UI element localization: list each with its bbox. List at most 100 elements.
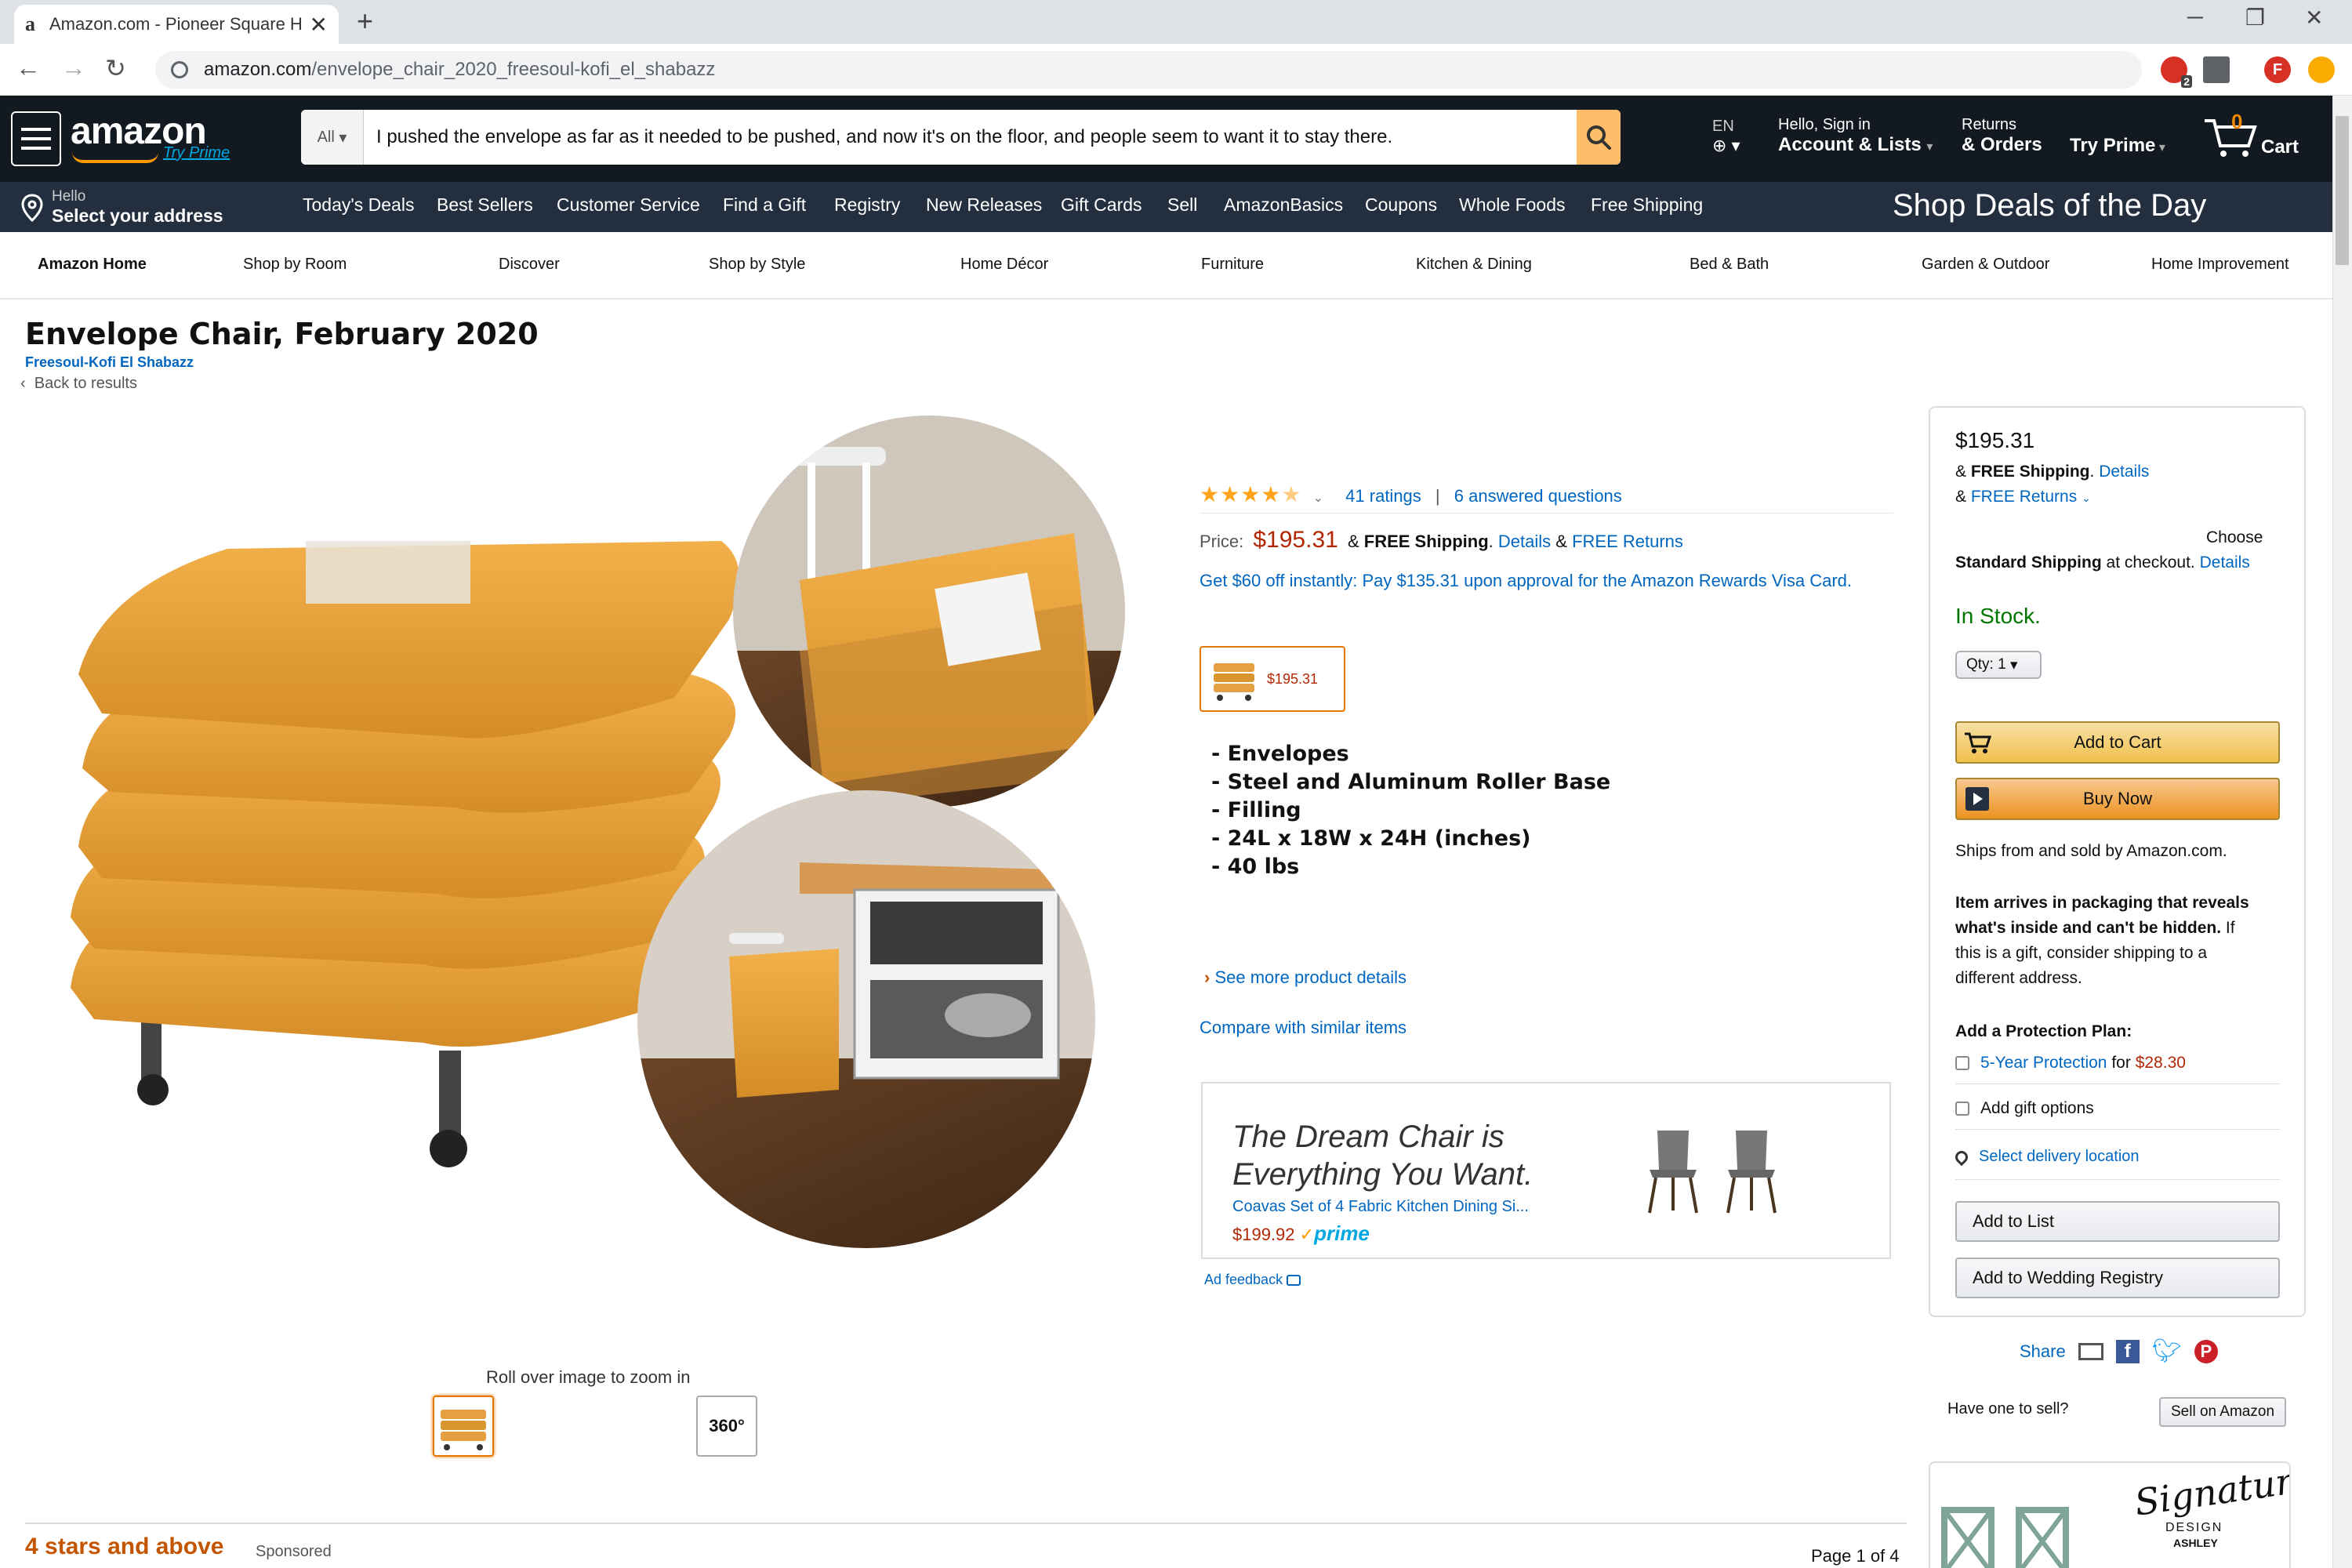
language-selector[interactable]: EN ⊕ ▾ — [1712, 118, 1740, 156]
nav-customer-service[interactable]: Customer Service — [557, 194, 700, 216]
gift-checkbox[interactable] — [1955, 1102, 1969, 1116]
cat-home-decor[interactable]: Home Décor — [960, 256, 1048, 274]
profile-avatar[interactable]: F — [2264, 56, 2291, 83]
shipping-details-link[interactable]: Details — [1498, 532, 1551, 551]
nav-best-sellers[interactable]: Best Sellers — [437, 194, 533, 216]
protection-checkbox[interactable] — [1955, 1056, 1969, 1071]
style-swatch[interactable]: $195.31 — [1200, 646, 1345, 712]
url-bar[interactable]: amazon.com/envelope_chair_2020_freesoul-… — [155, 51, 2142, 89]
answered-questions-link[interactable]: 6 answered questions — [1454, 486, 1622, 506]
shop-deals-banner[interactable]: Shop Deals of the Day — [1893, 188, 2206, 223]
add-to-wedding-registry-button[interactable]: Add to Wedding Registry — [1955, 1258, 2280, 1298]
brand-link[interactable]: Freesoul-Kofi El Shabazz — [25, 354, 194, 371]
close-window-icon[interactable]: ✕ — [2305, 5, 2323, 31]
compare-similar-link[interactable]: Compare with similar items — [1200, 1018, 1406, 1038]
search-button[interactable] — [1577, 110, 1621, 165]
search-department-select[interactable]: All ▾ — [301, 110, 364, 165]
add-to-cart-button[interactable]: Add to Cart — [1955, 721, 2280, 764]
restore-icon[interactable]: ❐ — [2245, 5, 2265, 31]
gift-options-option[interactable]: Add gift options — [1955, 1099, 2094, 1118]
twitter-icon[interactable]: 🐦︎ — [2152, 1338, 2182, 1365]
star-rating-icon[interactable]: ★★★★★ — [1200, 482, 1302, 506]
reading-list-icon[interactable] — [2203, 56, 2230, 83]
location-pin-icon — [1952, 1148, 1971, 1167]
nav-coupons[interactable]: Coupons — [1365, 194, 1437, 216]
chevron-down-icon[interactable]: ⌄ — [1313, 492, 1323, 505]
cart-count: 0 — [2231, 110, 2243, 133]
email-icon[interactable] — [2078, 1342, 2103, 1360]
quantity-select[interactable]: Qty: 1 ▾ — [1955, 651, 2042, 679]
thumbnail-image-1[interactable] — [433, 1396, 494, 1457]
cat-bed-bath[interactable]: Bed & Bath — [1690, 256, 1769, 274]
product-main-image[interactable] — [47, 416, 1145, 1254]
have-one-to-sell: Have one to sell? — [1947, 1400, 2069, 1417]
nav-amazonbasics[interactable]: AmazonBasics — [1224, 194, 1343, 216]
new-tab-icon[interactable]: + — [357, 5, 373, 38]
browser-tab[interactable]: a Amazon.com - Pioneer Square H ✕ — [14, 5, 339, 44]
facebook-icon[interactable]: f — [2115, 1339, 2140, 1363]
try-prime-menu[interactable]: Try Prime ▾ — [2070, 135, 2165, 157]
cat-home-improvement[interactable]: Home Improvement — [2151, 256, 2289, 274]
cat-shop-by-room[interactable]: Shop by Room — [243, 256, 347, 274]
update-icon[interactable] — [2308, 56, 2335, 83]
globe-icon: ⊕ ▾ — [1712, 136, 1740, 155]
extension-badge-icon[interactable]: 2 — [2161, 56, 2192, 88]
account-lists-menu[interactable]: Hello, Sign in Account & Lists ▾ — [1778, 116, 1933, 156]
play-icon — [1957, 779, 1998, 818]
cat-kitchen-dining[interactable]: Kitchen & Dining — [1416, 256, 1532, 274]
thumbnail-360-icon[interactable]: 360° — [696, 1396, 757, 1457]
forward-arrow-icon[interactable]: → — [61, 53, 86, 82]
share-row: Share f 🐦︎ P — [2020, 1338, 2218, 1365]
pinterest-icon[interactable]: P — [2194, 1339, 2218, 1363]
divider — [1200, 513, 1893, 514]
ad-product-link[interactable]: Coavas Set of 4 Fabric Kitchen Dining Si… — [1232, 1198, 1529, 1216]
cat-furniture[interactable]: Furniture — [1201, 256, 1264, 274]
cat-discover[interactable]: Discover — [499, 256, 560, 274]
nav-whole-foods[interactable]: Whole Foods — [1459, 194, 1566, 216]
checkout-details-link[interactable]: Details — [2200, 554, 2250, 572]
green-chairs-image — [1941, 1507, 2069, 1568]
cat-shop-by-style[interactable]: Shop by Style — [709, 256, 805, 274]
see-more-details-link[interactable]: › See more product details — [1204, 967, 1406, 988]
nav-registry[interactable]: Registry — [834, 194, 900, 216]
returns-orders-link[interactable]: Returns & Orders — [1962, 116, 2042, 156]
select-delivery-location-link[interactable]: Select delivery location — [1952, 1148, 2140, 1167]
ad-price-row: $199.92 ✓prime — [1232, 1221, 1370, 1245]
ad-feedback-link[interactable]: Ad feedback — [1204, 1272, 1301, 1288]
cart-button[interactable]: 0 Cart — [2203, 110, 2299, 158]
rewards-card-offer-link[interactable]: Get $60 off instantly: Pay $135.31 upon … — [1200, 571, 1852, 591]
ratings-link[interactable]: 41 ratings — [1345, 486, 1421, 506]
hamburger-menu-icon[interactable] — [11, 111, 61, 166]
cat-garden-outdoor[interactable]: Garden & Outdoor — [1922, 256, 2049, 274]
cat-amazon-home[interactable]: Amazon Home — [38, 256, 147, 274]
try-prime-logo-link[interactable]: Try Prime — [163, 144, 230, 162]
browser-tab-bar: a Amazon.com - Pioneer Square H ✕ + ─ ❐ … — [0, 0, 2352, 44]
scrollbar-thumb[interactable] — [2336, 116, 2349, 265]
free-returns-link[interactable]: FREE Returns — [1572, 532, 1683, 551]
buybox-details-link[interactable]: Details — [2099, 463, 2149, 481]
select-address-button[interactable]: Hello Select your address — [20, 188, 223, 227]
nav-new-releases[interactable]: New Releases — [926, 194, 1042, 216]
buy-now-button[interactable]: Buy Now — [1955, 778, 2280, 820]
add-to-list-button[interactable]: Add to List — [1955, 1201, 2280, 1242]
buybox-free-returns-link[interactable]: FREE Returns ⌄ — [1971, 488, 2091, 506]
page-scrollbar[interactable] — [2332, 96, 2352, 1568]
sponsored-ad[interactable]: The Dream Chair is Everything You Want. … — [1201, 1082, 1891, 1259]
feature-item: - Steel and Aluminum Roller Base — [1211, 770, 1611, 794]
nav-todays-deals[interactable]: Today's Deals — [303, 194, 414, 216]
nav-gift-cards[interactable]: Gift Cards — [1061, 194, 1142, 216]
nav-sell[interactable]: Sell — [1167, 194, 1197, 216]
nav-find-a-gift[interactable]: Find a Gift — [723, 194, 806, 216]
cart-icon: 0 — [2203, 110, 2258, 158]
protection-plan-option[interactable]: 5-Year Protection for $28.30 — [1955, 1054, 2186, 1073]
signature-design-ad[interactable]: Signature DESIGN ASHLEY — [1929, 1461, 2291, 1568]
sell-on-amazon-button[interactable]: Sell on Amazon — [2159, 1397, 2286, 1427]
site-info-icon[interactable] — [171, 61, 188, 78]
back-to-results-link[interactable]: ‹ Back to results — [20, 375, 137, 393]
reload-icon[interactable]: ↻ — [105, 53, 126, 83]
nav-free-shipping[interactable]: Free Shipping — [1591, 194, 1703, 216]
search-input[interactable] — [364, 110, 1577, 165]
minimize-icon[interactable]: ─ — [2187, 5, 2203, 30]
close-tab-icon[interactable]: ✕ — [310, 12, 328, 38]
back-arrow-icon[interactable]: ← — [16, 53, 41, 82]
